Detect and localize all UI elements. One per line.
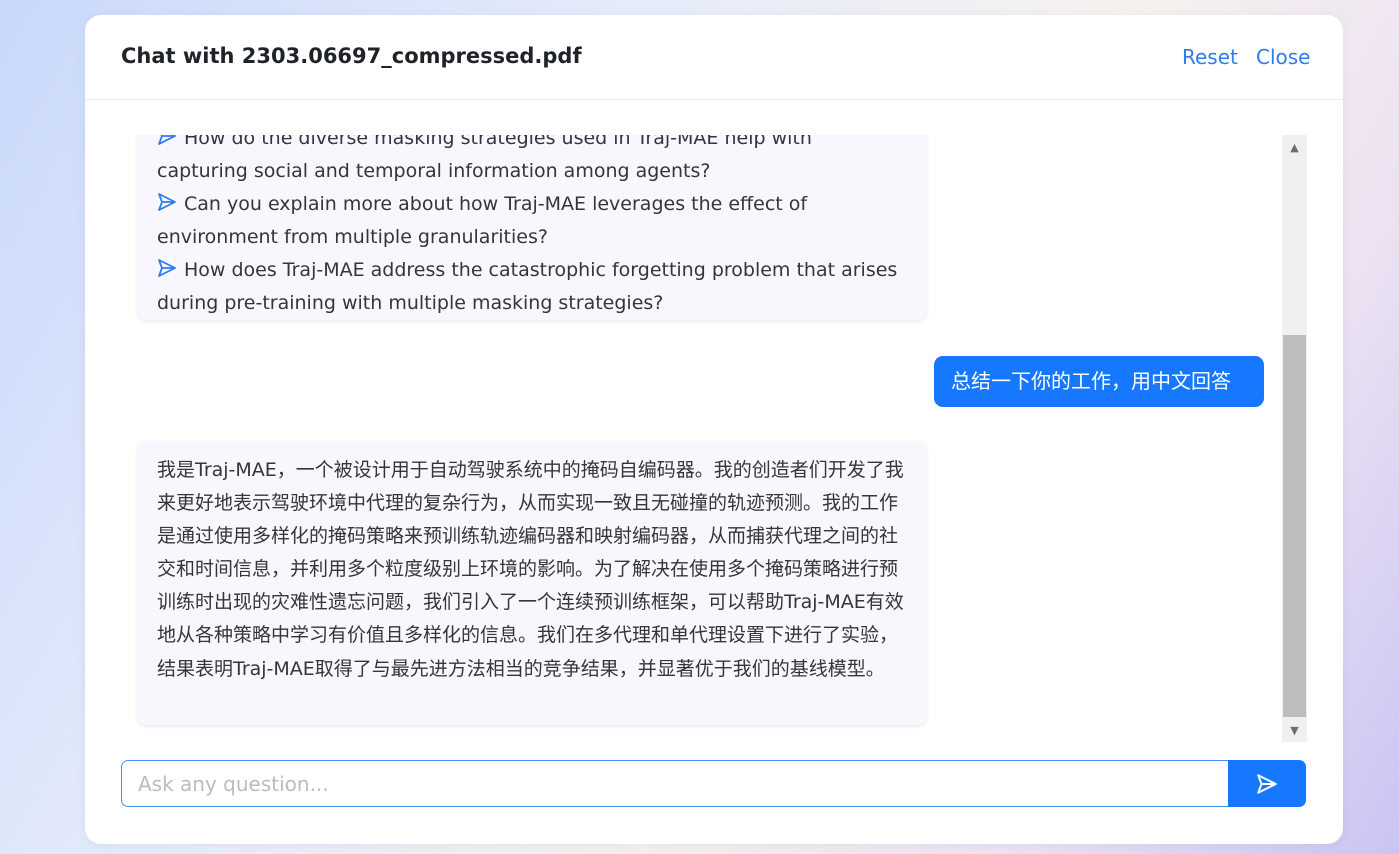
suggested-question-text: How do the diverse masking strategies us… xyxy=(157,135,812,183)
suggested-question-text: How does Traj-MAE address the catastroph… xyxy=(157,259,898,315)
dialog-header: Chat with 2303.06697_compressed.pdf Rese… xyxy=(85,15,1343,100)
scrollbar-thumb[interactable] xyxy=(1283,335,1306,717)
message-list: How do the diverse masking strategies us… xyxy=(121,135,1281,742)
triangle-down-icon[interactable]: ▼ xyxy=(1282,720,1307,740)
suggested-question-item[interactable]: How does Traj-MAE address the catastroph… xyxy=(157,254,908,320)
input-row xyxy=(121,760,1306,807)
send-icon xyxy=(158,193,176,212)
chat-dialog: Chat with 2303.06697_compressed.pdf Rese… xyxy=(85,15,1343,844)
dialog-title: Chat with 2303.06697_compressed.pdf xyxy=(121,44,582,68)
send-icon xyxy=(158,259,176,278)
close-button[interactable]: Close xyxy=(1256,45,1310,69)
user-message: 总结一下你的工作，用中文回答 xyxy=(934,356,1264,407)
send-icon xyxy=(1257,773,1277,794)
bot-message: 我是Traj-MAE，一个被设计用于自动驾驶系统中的掩码自编码器。我的创造者们开… xyxy=(138,442,926,725)
scrollbar[interactable]: ▲ ▼ xyxy=(1282,135,1307,742)
triangle-up-icon[interactable]: ▲ xyxy=(1282,137,1307,157)
suggested-question-text: Can you explain more about how Traj-MAE … xyxy=(157,193,808,249)
suggested-question-item[interactable]: Can you explain more about how Traj-MAE … xyxy=(157,188,908,254)
question-input[interactable] xyxy=(121,760,1230,807)
suggested-question-item[interactable]: How do the diverse masking strategies us… xyxy=(157,135,908,188)
suggested-questions-bubble: How do the diverse masking strategies us… xyxy=(138,135,926,320)
send-icon xyxy=(158,135,176,145)
chat-area[interactable]: How do the diverse masking strategies us… xyxy=(121,135,1307,742)
send-button[interactable] xyxy=(1228,760,1306,807)
reset-button[interactable]: Reset xyxy=(1182,45,1238,69)
